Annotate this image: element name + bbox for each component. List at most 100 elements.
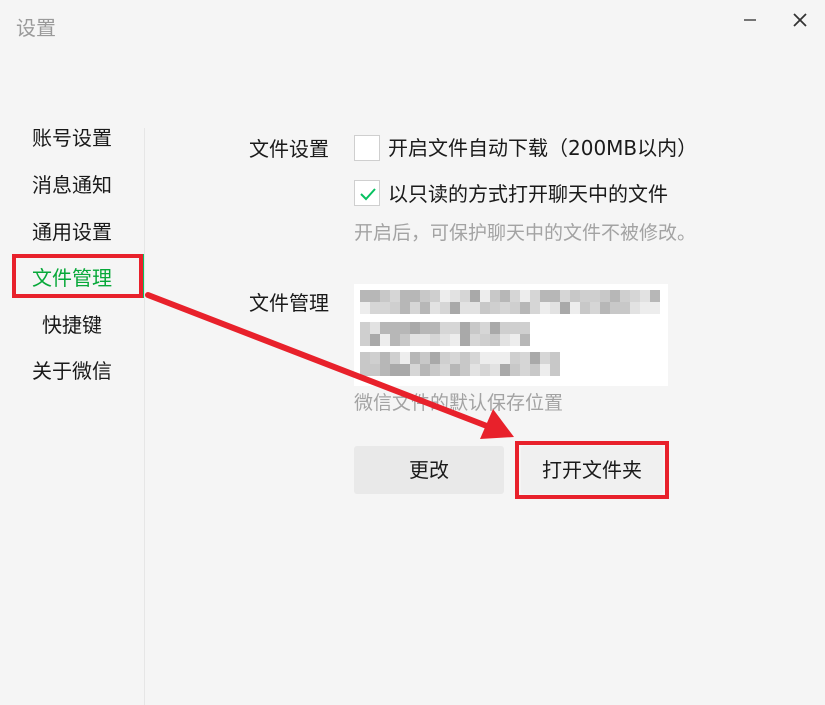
read-only-hint: 开启后，可保护聊天中的文件不被修改。 [354, 222, 697, 244]
pixel-block [430, 322, 440, 334]
pixel-block [410, 290, 420, 302]
minimize-icon [744, 19, 756, 21]
pixel-block [360, 322, 370, 334]
pixel-block [510, 334, 520, 346]
sidebar-item-account[interactable]: 账号设置 [0, 124, 144, 152]
pixel-block [430, 364, 440, 376]
pixel-block [450, 352, 460, 364]
close-icon [793, 13, 807, 27]
pixel-block [500, 290, 510, 302]
pixel-block [650, 302, 660, 314]
pixel-block [510, 364, 520, 376]
pixel-block [390, 334, 400, 346]
pixel-block [450, 334, 460, 346]
pixel-block [550, 364, 560, 376]
checkmark-icon [360, 188, 376, 201]
pixel-block [440, 290, 450, 302]
pixel-block [530, 352, 540, 364]
auto-download-checkbox[interactable] [354, 135, 380, 161]
pixel-block [640, 290, 650, 302]
pixel-block [430, 352, 440, 364]
pixel-block [540, 352, 550, 364]
pixel-block [520, 322, 530, 334]
pixel-block [410, 352, 420, 364]
pixel-block [460, 302, 470, 314]
file-settings-label: 文件设置 [249, 137, 329, 161]
pixel-block [630, 290, 640, 302]
pixel-block [420, 352, 430, 364]
pixel-block [470, 334, 480, 346]
pixel-block [360, 290, 370, 302]
pixel-block [580, 290, 590, 302]
pixel-block [480, 352, 490, 364]
sidebar-item-shortcuts[interactable]: 快捷键 [0, 311, 144, 339]
pixel-block [550, 352, 560, 364]
pixel-block [490, 334, 500, 346]
pixel-block [490, 352, 500, 364]
sidebar-item-file-management[interactable]: 文件管理 [0, 264, 144, 292]
pixel-block [430, 302, 440, 314]
pixel-block [550, 302, 560, 314]
pixel-block [480, 364, 490, 376]
pixel-block [370, 364, 380, 376]
pixel-block [360, 352, 370, 364]
pixel-block [510, 352, 520, 364]
pixel-block [380, 302, 390, 314]
pixel-block [370, 290, 380, 302]
pixel-block [620, 302, 630, 314]
minimize-button[interactable] [736, 6, 764, 34]
pixel-block [430, 290, 440, 302]
pixel-block [380, 334, 390, 346]
sidebar-item-general[interactable]: 通用设置 [0, 218, 144, 246]
change-button[interactable]: 更改 [354, 446, 504, 494]
pixel-block [560, 302, 570, 314]
pixel-block [450, 364, 460, 376]
pixel-block [400, 290, 410, 302]
blurred-path-text [360, 290, 660, 376]
save-path-hint: 微信文件的默认保存位置 [354, 392, 564, 414]
close-button[interactable] [786, 6, 814, 34]
pixel-block [470, 364, 480, 376]
pixel-block [550, 290, 560, 302]
pixel-block [490, 290, 500, 302]
pixel-block [460, 322, 470, 334]
pixel-block [540, 364, 550, 376]
pixel-block [390, 322, 400, 334]
pixel-block [410, 322, 420, 334]
pixel-block [610, 290, 620, 302]
pixel-block [450, 290, 460, 302]
sidebar-item-about[interactable]: 关于微信 [0, 357, 144, 385]
pixel-block [360, 334, 370, 346]
pixel-block [440, 352, 450, 364]
pixel-block [600, 302, 610, 314]
pixel-block [410, 334, 420, 346]
pixel-block [370, 322, 380, 334]
pixel-block [440, 364, 450, 376]
pixel-block [590, 290, 600, 302]
pixel-block [480, 290, 490, 302]
pixel-block [370, 352, 380, 364]
pixel-block [500, 364, 510, 376]
pixel-block [420, 290, 430, 302]
pixel-block [440, 334, 450, 346]
pixel-block [410, 364, 420, 376]
pixel-block [480, 302, 490, 314]
pixel-block [520, 302, 530, 314]
pixel-block [490, 302, 500, 314]
open-folder-button[interactable]: 打开文件夹 [521, 446, 663, 494]
read-only-checkbox[interactable] [354, 180, 380, 206]
pixel-block [420, 302, 430, 314]
pixel-block [460, 352, 470, 364]
pixel-block [380, 322, 390, 334]
pixel-block [460, 290, 470, 302]
pixel-block [480, 334, 490, 346]
pixel-block [500, 334, 510, 346]
read-only-label[interactable]: 以只读的方式打开聊天中的文件 [388, 180, 668, 208]
pixel-block [600, 290, 610, 302]
auto-download-label[interactable]: 开启文件自动下载（200MB以内） [388, 134, 697, 162]
pixel-block [570, 290, 580, 302]
pixel-block [480, 322, 490, 334]
sidebar-item-notifications[interactable]: 消息通知 [0, 171, 144, 199]
pixel-block [420, 334, 430, 346]
pixel-block [530, 290, 540, 302]
